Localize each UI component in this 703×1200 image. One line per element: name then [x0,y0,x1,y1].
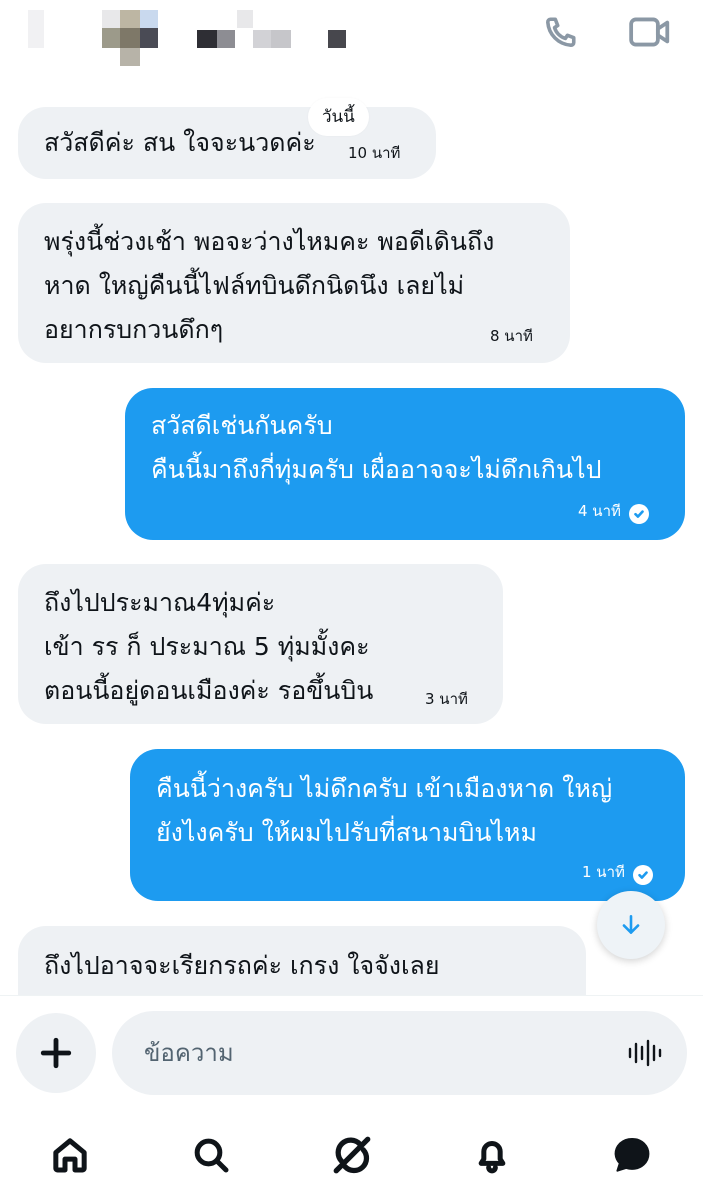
nav-search[interactable] [186,1130,236,1180]
incoming-message[interactable]: พรุ่งนี้ช่วงเช้า พอจะว่างไหมคะ พอดีเดินถ… [18,203,570,363]
message-time: 3 นาที [425,690,468,708]
message-thread[interactable]: สวัสดีค่ะ สน ใจจะนวดค่ะ 10 นาที วันนี้ พ… [0,80,703,995]
message-time-text: 1 นาที [582,863,625,881]
message-text: หาด ใหญ่คืนนี้ไฟล์ทบินดึกนิดนึง เลยไม่ [44,271,465,300]
home-icon [53,1138,87,1173]
nav-notifications[interactable] [467,1130,517,1180]
message-text: ยังไงครับ ให้ผมไปรับที่สนามบินไหม [156,818,537,847]
message-time-text: 4 นาที [578,502,621,520]
grok-icon [333,1136,371,1174]
video-call-button[interactable] [626,8,674,56]
blurred-contact-name[interactable] [0,0,360,70]
bottom-navigation [0,1110,703,1200]
phone-icon [546,17,576,47]
search-icon [194,1138,229,1173]
message-time: 8 นาที [490,327,533,345]
message-text: ถึงไปอาจจะเรียกรถค่ะ เกรง ใจจังเลย [44,951,440,980]
message-text: อยากรบกวนดึกๆ [44,315,224,344]
add-attachment-button[interactable] [16,1013,96,1093]
outgoing-message[interactable]: คืนนี้ว่างครับ ไม่ดึกครับ เข้าเมืองหาด ใ… [130,749,685,901]
read-check-icon [632,865,653,885]
call-button[interactable] [537,8,585,56]
incoming-message[interactable]: สวัสดีค่ะ สน ใจจะนวดค่ะ 10 นาที [18,107,436,179]
outgoing-message[interactable]: สวัสดีเช่นกันครับ คืนนี้มาถึงกี่ทุ่มครับ… [125,388,685,540]
scroll-to-bottom-button[interactable] [597,891,665,959]
message-time: 1 นาที [582,863,653,885]
date-divider-today: วันนี้ [308,98,369,136]
message-text: สวัสดีเช่นกันครับ [151,411,333,440]
message-text: ถึงไปประมาณ4ทุ่มค่ะ [44,588,276,617]
voice-waveform-icon [628,1039,662,1067]
nav-messages[interactable] [607,1130,657,1180]
read-check-icon [628,504,649,524]
video-camera-icon [629,17,670,47]
message-time: 10 นาที [348,144,401,162]
incoming-message[interactable]: ถึงไปประมาณ4ทุ่มค่ะ เข้า รร ก็ ประมาณ 5 … [18,564,503,724]
message-text: คืนนี้มาถึงกี่ทุ่มครับ เผื่ออาจจะไม่ดึกเ… [151,455,602,484]
message-text: คืนนี้ว่างครับ ไม่ดึกครับ เข้าเมืองหาด ใ… [156,774,613,803]
message-text: เข้า รร ก็ ประมาณ 5 ทุ่มมั้งคะ [44,632,370,661]
chat-header [0,0,703,80]
arrow-down-icon [622,915,640,934]
nav-home[interactable] [45,1130,95,1180]
messages-icon [614,1137,650,1172]
nav-grok[interactable] [327,1130,377,1180]
message-composer [0,995,703,1110]
incoming-message[interactable]: ถึงไปอาจจะเรียกรถค่ะ เกรง ใจจังเลย [18,926,586,995]
message-field [112,1011,687,1095]
message-text: พรุ่งนี้ช่วงเช้า พอจะว่างไหมคะ พอดีเดินถ… [44,227,495,256]
message-text: ตอนนี้อยู่ดอนเมืองค่ะ รอขึ้นบิน [44,676,374,705]
plus-icon [40,1037,72,1069]
message-input[interactable] [144,1011,604,1095]
notifications-bell-icon [478,1141,506,1174]
voice-message-button[interactable] [625,1033,665,1073]
message-time: 4 นาที [578,502,649,524]
